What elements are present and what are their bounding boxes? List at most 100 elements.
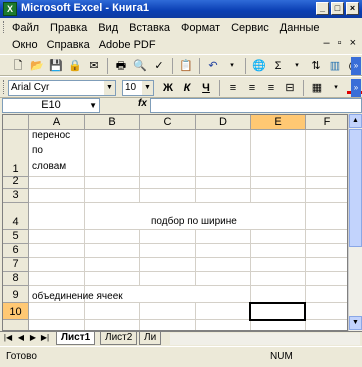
toolbar-separator bbox=[245, 58, 246, 74]
column-header-f[interactable]: F bbox=[306, 115, 347, 130]
chart-wizard-icon[interactable]: ▥ bbox=[327, 58, 343, 74]
column-header-a[interactable]: A bbox=[29, 115, 85, 130]
autosum-dropdown-icon[interactable]: ▾ bbox=[289, 58, 305, 74]
paste-icon[interactable]: 📋 bbox=[178, 58, 194, 74]
spelling-icon[interactable]: ✓ bbox=[151, 58, 167, 74]
gridline bbox=[29, 243, 347, 244]
first-sheet-icon[interactable]: |◀ bbox=[3, 333, 13, 342]
chevron-down-icon[interactable]: ▼ bbox=[104, 81, 115, 95]
minimize-button[interactable]: _ bbox=[316, 2, 329, 15]
row-header-8[interactable]: 8 bbox=[3, 272, 29, 286]
row-header-3[interactable]: 3 bbox=[3, 189, 29, 203]
permission-icon[interactable]: 🔒 bbox=[67, 58, 83, 74]
menu-insert[interactable]: Вставка bbox=[129, 22, 170, 34]
align-right-icon[interactable]: ≡ bbox=[263, 80, 279, 96]
horizontal-scrollbar[interactable] bbox=[170, 333, 360, 345]
email-icon[interactable]: ✉ bbox=[86, 58, 102, 74]
align-center-icon[interactable]: ≡ bbox=[244, 80, 260, 96]
gridline bbox=[29, 271, 347, 272]
borders-dropdown-icon[interactable]: ▾ bbox=[328, 80, 344, 96]
row-header-10[interactable]: 10 bbox=[3, 303, 29, 320]
doc-minimize-icon[interactable]: – bbox=[324, 37, 330, 49]
row-header-4[interactable]: 4 bbox=[3, 203, 29, 230]
menu-file[interactable]: Файл bbox=[12, 22, 39, 34]
row-header-1[interactable]: 1 bbox=[3, 130, 29, 177]
chevron-down-icon[interactable]: ▼ bbox=[142, 81, 153, 95]
gridline bbox=[29, 188, 347, 189]
font-name-select[interactable]: Arial Cyr ▼ bbox=[8, 80, 116, 96]
toolbar-separator bbox=[303, 80, 304, 96]
menu-adobe-pdf[interactable]: Adobe PDF bbox=[99, 39, 156, 51]
underline-button[interactable]: Ч bbox=[198, 80, 214, 96]
gridline bbox=[139, 303, 140, 330]
sheet-tab-1[interactable]: Лист1 bbox=[56, 332, 96, 345]
hyperlink-icon[interactable]: 🌐 bbox=[251, 58, 267, 74]
doc-restore-icon[interactable]: ▫ bbox=[338, 37, 342, 49]
scroll-up-icon[interactable]: ▲ bbox=[349, 114, 362, 128]
menu-help[interactable]: Справка bbox=[47, 39, 90, 51]
row-header-6[interactable]: 6 bbox=[3, 244, 29, 258]
undo-dropdown-icon[interactable]: ▾ bbox=[224, 58, 240, 74]
doc-close-icon[interactable]: × bbox=[350, 37, 356, 49]
toolbar-options-icon[interactable]: » bbox=[351, 57, 361, 75]
menu-grip[interactable] bbox=[3, 21, 7, 33]
toolbar-grip[interactable] bbox=[3, 80, 7, 94]
menu-format[interactable]: Формат bbox=[181, 22, 220, 34]
column-header-e[interactable]: E bbox=[251, 115, 306, 130]
italic-button[interactable]: К bbox=[179, 80, 195, 96]
worksheet-grid[interactable]: A B C D E F 1 2 3 4 5 6 7 8 9 10 перенос… bbox=[2, 114, 348, 331]
gridline bbox=[195, 303, 196, 330]
excel-icon[interactable]: X bbox=[3, 2, 17, 16]
close-button[interactable]: × bbox=[346, 2, 359, 15]
vertical-scrollbar[interactable]: ▲ ▼ bbox=[348, 114, 362, 331]
row-header-9[interactable]: 9 bbox=[3, 286, 29, 303]
borders-icon[interactable]: ▦ bbox=[309, 80, 325, 96]
undo-icon[interactable]: ↶ bbox=[205, 58, 221, 74]
scroll-down-icon[interactable]: ▼ bbox=[349, 316, 362, 330]
print-icon[interactable]: 🖶 bbox=[113, 58, 129, 74]
insert-function-icon[interactable]: fx bbox=[138, 98, 147, 109]
row-header-7[interactable]: 7 bbox=[3, 258, 29, 272]
formatting-toolbar: Arial Cyr ▼ 10 ▼ Ж К Ч ≡ ≡ ≡ ⊟ ▦ ▾ A ▾ » bbox=[0, 76, 362, 98]
menu-window[interactable]: Окно bbox=[12, 39, 38, 51]
title-bar: X Microsoft Excel - Книга1 _ □ × bbox=[0, 0, 362, 18]
sheet-tab-2[interactable]: Лист2 bbox=[100, 332, 138, 345]
active-cell-e10[interactable] bbox=[249, 302, 306, 321]
maximize-button[interactable]: □ bbox=[331, 2, 344, 15]
toolbar-separator bbox=[172, 58, 173, 74]
last-sheet-icon[interactable]: ▶| bbox=[40, 333, 50, 342]
sheet-tab-bar: |◀ ◀ ▶ ▶| Лист1 Лист2 Ли bbox=[0, 331, 362, 345]
select-all-corner[interactable] bbox=[3, 115, 29, 130]
sheet-tab-3[interactable]: Ли bbox=[139, 332, 162, 345]
sort-ascending-icon[interactable]: ⇅ bbox=[308, 58, 324, 74]
name-box[interactable]: E10 ▼ bbox=[2, 98, 100, 113]
next-sheet-icon[interactable]: ▶ bbox=[28, 333, 38, 342]
menu-tools[interactable]: Сервис bbox=[231, 22, 269, 34]
font-size-select[interactable]: 10 ▼ bbox=[122, 80, 154, 96]
bold-button[interactable]: Ж bbox=[160, 80, 176, 96]
prev-sheet-icon[interactable]: ◀ bbox=[16, 333, 26, 342]
toolbar-options-icon[interactable]: » bbox=[351, 79, 361, 97]
scroll-thumb[interactable] bbox=[349, 129, 362, 247]
status-ready: Готово bbox=[6, 351, 37, 362]
align-left-icon[interactable]: ≡ bbox=[225, 80, 241, 96]
menu-view[interactable]: Вид bbox=[98, 22, 118, 34]
row-header-5[interactable]: 5 bbox=[3, 230, 29, 244]
cell-a9: объединение ячеек bbox=[32, 291, 123, 302]
menu-data[interactable]: Данные bbox=[280, 22, 320, 34]
save-icon[interactable]: 💾 bbox=[48, 58, 64, 74]
chevron-down-icon[interactable]: ▼ bbox=[89, 99, 97, 112]
merge-center-icon[interactable]: ⊟ bbox=[282, 80, 298, 96]
menu-edit[interactable]: Правка bbox=[50, 22, 87, 34]
open-folder-icon[interactable]: 📂 bbox=[29, 58, 45, 74]
formula-input[interactable] bbox=[150, 98, 362, 113]
column-header-c[interactable]: C bbox=[140, 115, 196, 130]
column-header-d[interactable]: D bbox=[196, 115, 251, 130]
column-header-b[interactable]: B bbox=[85, 115, 140, 130]
new-document-icon[interactable]: 🗋 bbox=[10, 58, 26, 74]
cell-a1-line2: по bbox=[32, 145, 43, 156]
print-preview-icon[interactable]: 🔍 bbox=[132, 58, 148, 74]
gridline bbox=[195, 230, 196, 286]
row-header-2[interactable]: 2 bbox=[3, 175, 29, 189]
autosum-icon[interactable]: Σ bbox=[270, 58, 286, 74]
